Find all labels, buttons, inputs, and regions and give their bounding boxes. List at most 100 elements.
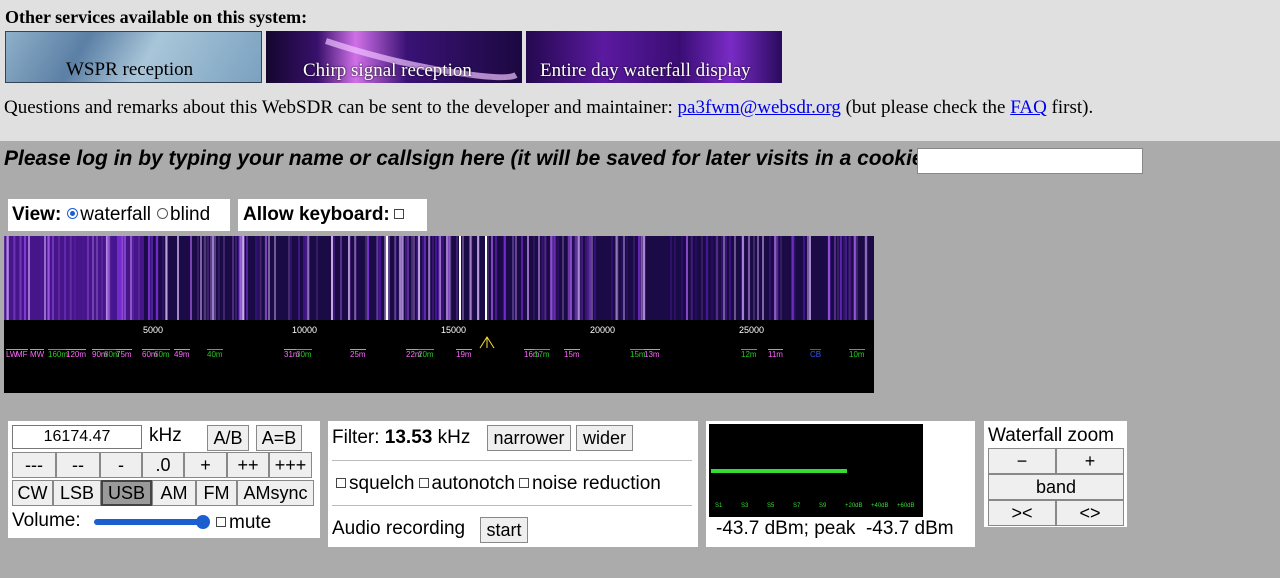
wider-button[interactable]: wider <box>576 425 633 451</box>
band-label[interactable]: CB <box>810 349 822 359</box>
mute-checkbox[interactable] <box>216 516 226 527</box>
filter-readout: Filter: 13.53 kHz <box>332 427 471 448</box>
mode-cw-button[interactable]: CW <box>12 480 53 506</box>
view-label: View: <box>12 204 62 225</box>
services-title: Other services available on this system: <box>5 7 308 27</box>
blind-radio[interactable] <box>157 208 169 220</box>
band-label[interactable]: 13m <box>644 349 660 359</box>
recording-separator <box>332 505 692 506</box>
frequency-scale[interactable]: 5000 10000 15000 20000 25000 LW MF MW 160m 120m 9… <box>4 320 874 393</box>
band-label[interactable]: MW <box>30 349 45 359</box>
autonotch-checkbox[interactable] <box>418 477 429 488</box>
step-up-2-button[interactable]: ++ <box>227 452 269 478</box>
mute-label: mute <box>229 512 272 533</box>
smeter-scale-label: S7 <box>793 503 801 509</box>
squelch-checkbox[interactable] <box>336 477 346 488</box>
zoom-panel: Waterfall zoom − + band >< <> <box>984 421 1127 527</box>
autonotch-label: autonotch <box>431 473 515 494</box>
waterfall-spectrogram[interactable] <box>4 236 874 320</box>
tuning-marker <box>479 336 495 349</box>
band-label[interactable]: 40m <box>207 349 223 359</box>
smeter-display: S1 S3 S5 S7 S9 +20dB +40dB +60dB <box>709 424 923 517</box>
smeter-scale-label: +40dB <box>871 503 889 509</box>
smeter-scale-label: S5 <box>767 503 775 509</box>
mode-lsb-button[interactable]: LSB <box>53 480 101 506</box>
smeter-bar <box>711 469 847 473</box>
band-label[interactable]: 30m <box>296 349 312 359</box>
band-label[interactable]: 49m <box>174 349 190 359</box>
view-selector: View: waterfall blind <box>8 199 230 231</box>
dsp-options: squelch autonotch noise reduction <box>332 473 661 495</box>
band-label[interactable]: 19m <box>456 349 472 359</box>
wspr-service-link[interactable]: WSPR reception <box>5 31 262 83</box>
wspr-label: WSPR reception <box>66 59 194 80</box>
step-down-1-button[interactable]: - <box>100 452 142 478</box>
mode-am-button[interactable]: AM <box>152 480 196 506</box>
zoom-title: Waterfall zoom <box>988 425 1114 446</box>
keyboard-toggle: Allow keyboard: <box>238 199 427 231</box>
filter-separator <box>332 460 692 461</box>
smeter-scale-label: S1 <box>715 503 723 509</box>
step-up-3-button[interactable]: +++ <box>269 452 312 478</box>
mode-fm-button[interactable]: FM <box>196 480 237 506</box>
band-label[interactable]: 15m <box>564 349 580 359</box>
band-label[interactable]: 17m <box>534 349 550 359</box>
mute-toggle[interactable]: mute <box>212 512 271 534</box>
waterfall-display[interactable]: 5000 10000 15000 20000 25000 LW MF MW 160m 120m 9… <box>4 236 874 393</box>
frequency-unit: kHz <box>149 425 182 446</box>
noise-reduction-checkbox[interactable] <box>518 477 529 488</box>
frequency-input[interactable] <box>12 425 142 449</box>
tuning-panel: kHz A/B A=B --- -- - .0 + ++ +++ CW LSB … <box>8 421 320 538</box>
step-down-3-button[interactable]: --- <box>12 452 56 478</box>
waterfall-lines <box>4 236 868 320</box>
narrower-button[interactable]: narrower <box>487 425 571 451</box>
zoom-wide-button[interactable]: <> <box>1056 500 1124 526</box>
volume-slider[interactable] <box>94 515 210 529</box>
a-equals-b-button[interactable]: A=B <box>256 425 302 451</box>
keyboard-checkbox[interactable] <box>393 208 404 219</box>
mode-usb-button[interactable]: USB <box>101 480 152 506</box>
zoom-narrow-button[interactable]: >< <box>988 500 1056 526</box>
chirp-service-link[interactable]: Chirp signal reception <box>266 31 522 83</box>
band-label[interactable]: 12m <box>741 349 757 359</box>
mode-amsync-button[interactable]: AMsync <box>237 480 314 506</box>
band-label[interactable]: 25m <box>350 349 366 359</box>
squelch-label: squelch <box>349 473 415 494</box>
smeter-scale-label: +20dB <box>845 503 863 509</box>
blind-option-label: blind <box>170 204 211 225</box>
band-label[interactable]: 160m <box>48 349 69 359</box>
chirp-label: Chirp signal reception <box>303 60 472 81</box>
step-down-2-button[interactable]: -- <box>56 452 100 478</box>
band-label[interactable]: 20m <box>418 349 434 359</box>
band-label[interactable]: 60m <box>154 349 170 359</box>
login-prompt: Please log in by typing your name or cal… <box>4 147 938 170</box>
smeter-scale-label: +60dB <box>897 503 915 509</box>
faq-link[interactable]: FAQ <box>1010 97 1047 118</box>
step-up-1-button[interactable]: + <box>184 452 227 478</box>
band-label[interactable]: 10m <box>849 349 865 359</box>
record-start-button[interactable]: start <box>480 517 528 543</box>
day-waterfall-service-link[interactable]: Entire day waterfall display <box>526 31 782 83</box>
signal-readout: -43.7 dBm; peak -43.7 dBm <box>716 518 954 539</box>
smeter-scale-label: S3 <box>741 503 749 509</box>
remarks-line: Questions and remarks about this WebSDR … <box>4 97 1094 118</box>
recording-label: Audio recording <box>332 518 466 539</box>
zoom-in-button[interactable]: + <box>1056 448 1124 474</box>
band-label[interactable]: 75m <box>116 349 132 359</box>
filter-width-value: 13.53 <box>384 427 433 448</box>
callsign-input[interactable] <box>917 148 1143 174</box>
band-label[interactable]: 120m <box>66 349 87 359</box>
email-link[interactable]: pa3fwm@websdr.org <box>678 97 841 118</box>
band-label[interactable]: MF <box>16 349 28 359</box>
round-button[interactable]: .0 <box>142 452 184 478</box>
ab-swap-button[interactable]: A/B <box>207 425 249 451</box>
band-label[interactable]: 11m <box>768 349 783 359</box>
waterfall-radio[interactable] <box>67 208 79 220</box>
smeter-panel: S1 S3 S5 S7 S9 +20dB +40dB +60dB -43.7 dBm; pea… <box>706 421 975 547</box>
zoom-out-button[interactable]: − <box>988 448 1056 474</box>
zoom-band-button[interactable]: band <box>988 474 1124 500</box>
day-waterfall-label: Entire day waterfall display <box>540 60 751 81</box>
noise-reduction-label: noise reduction <box>531 473 661 494</box>
waterfall-option-label: waterfall <box>80 204 152 225</box>
services-area: Other services available on this system:… <box>0 0 1280 141</box>
